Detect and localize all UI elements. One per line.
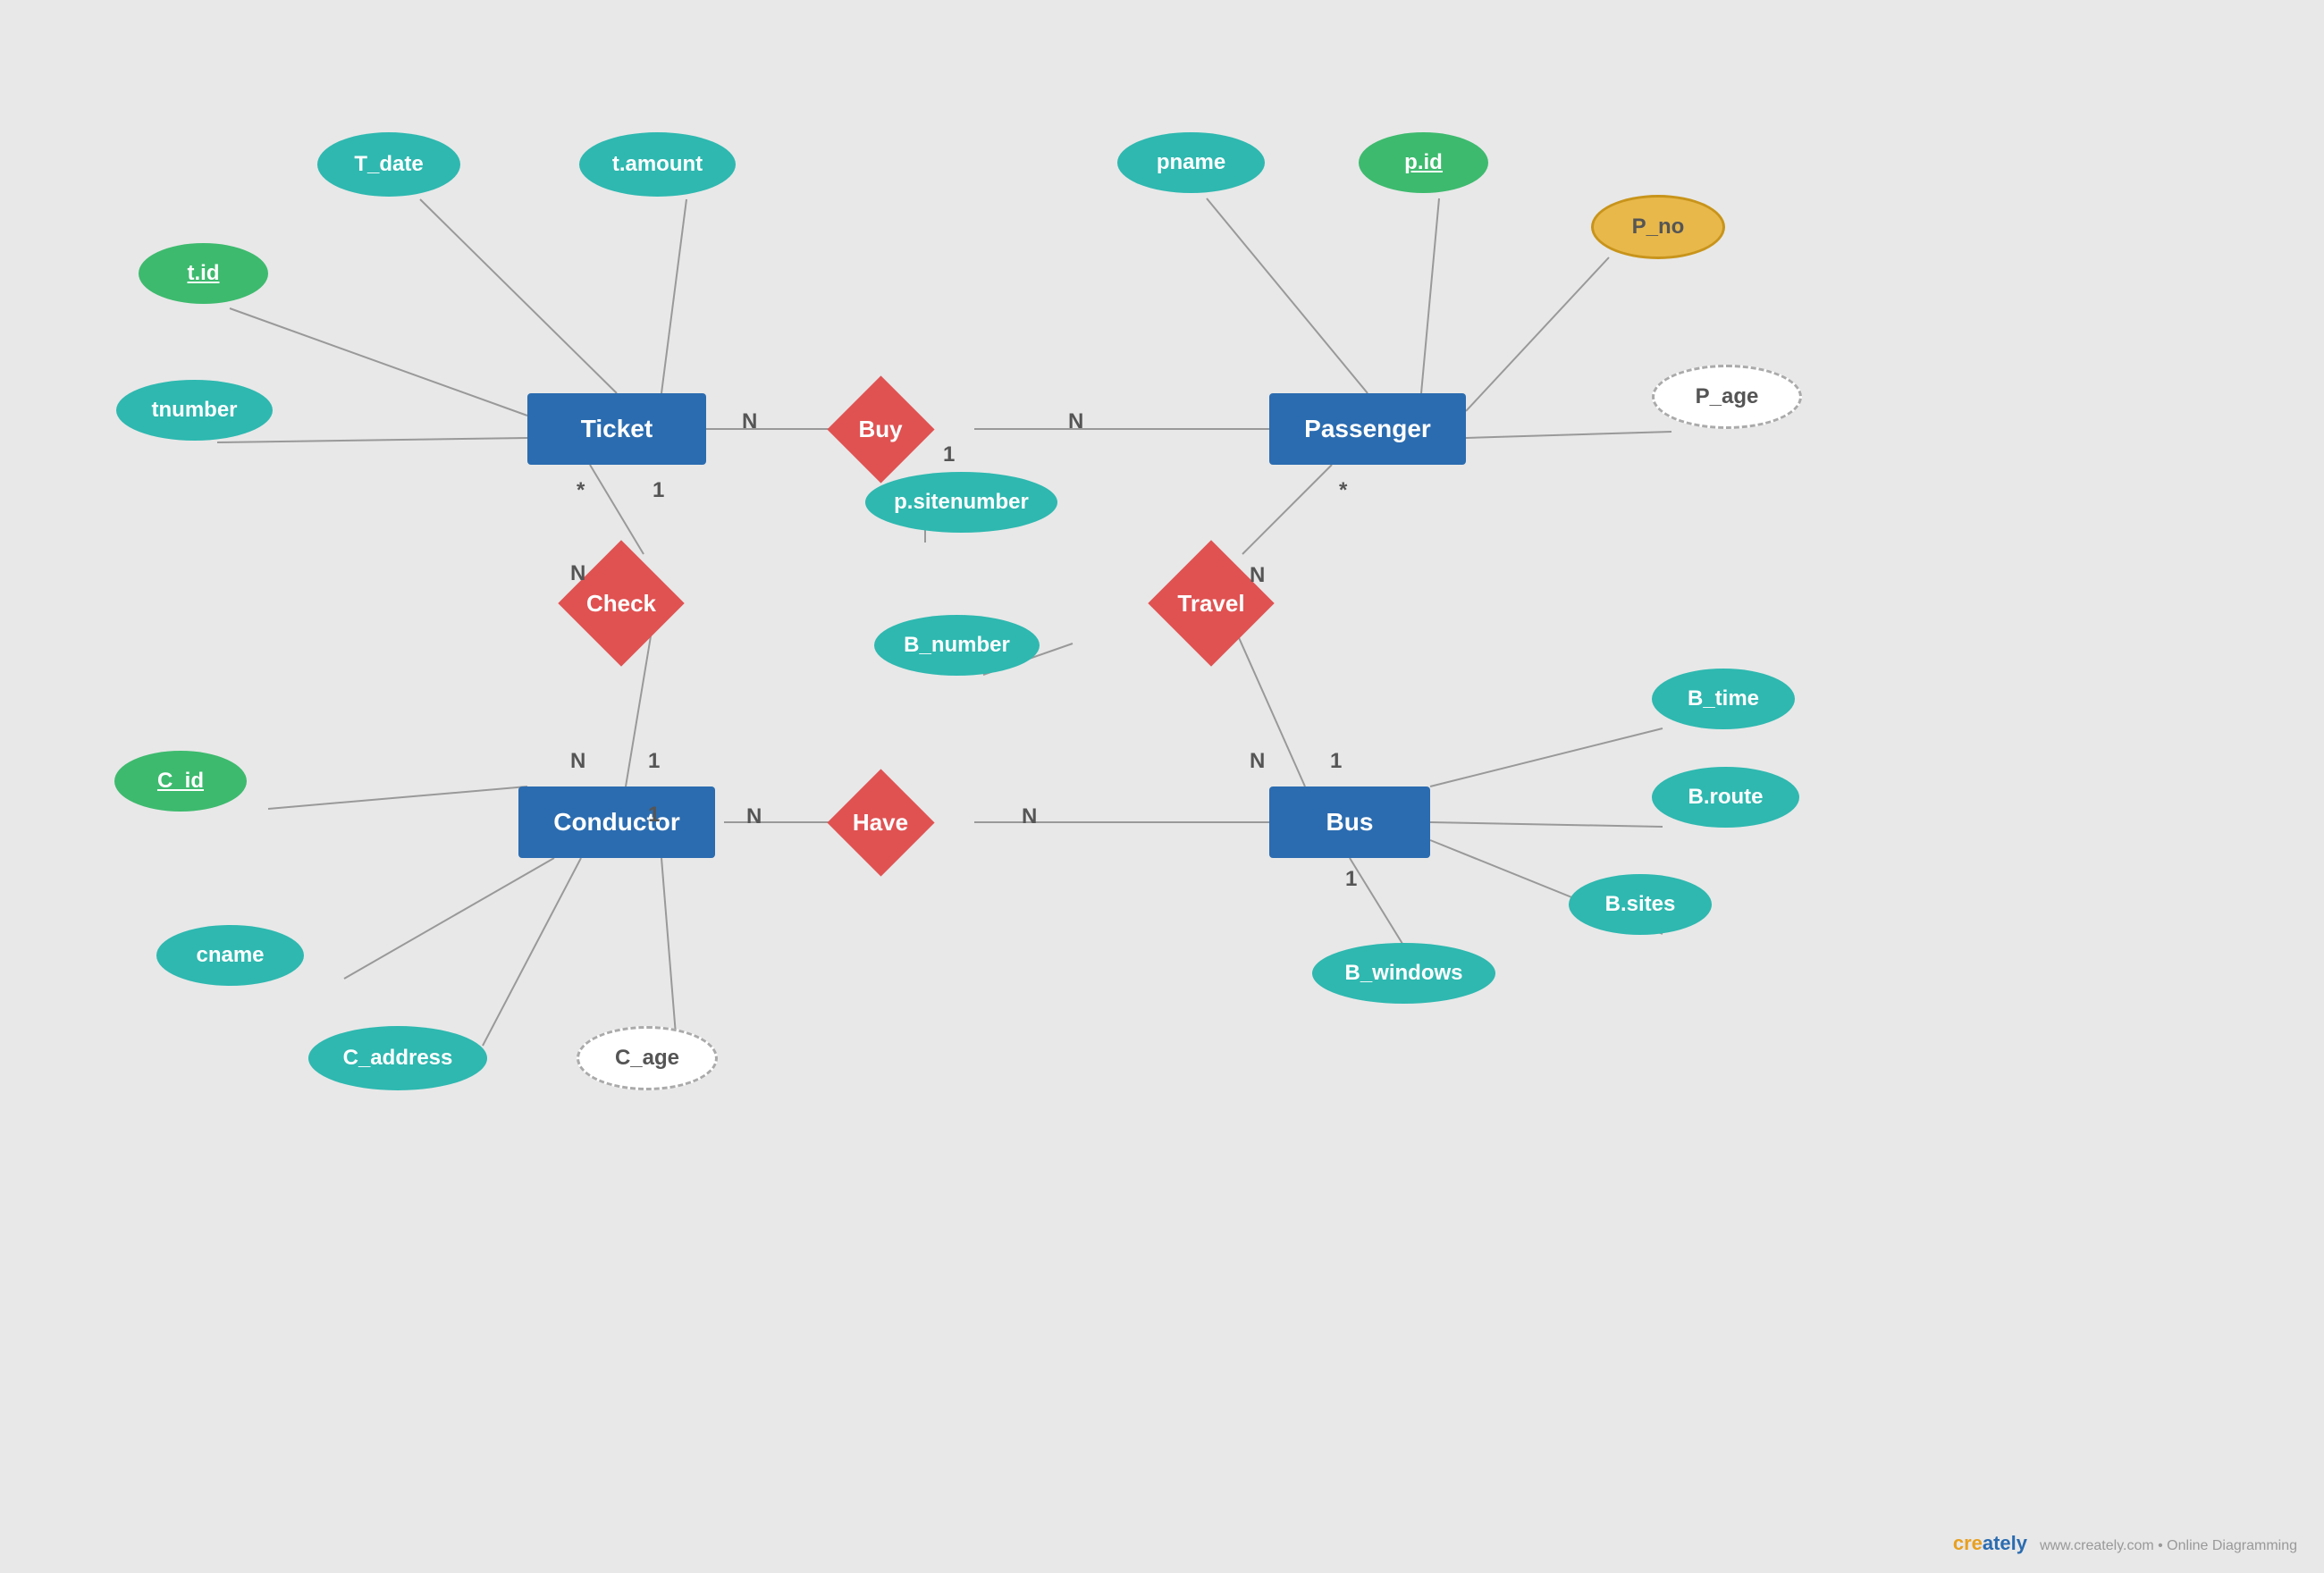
cardinality-check-n-top: N <box>570 561 585 586</box>
cardinality-check-n-bottom: N <box>570 749 585 774</box>
attribute-b-time: B_time <box>1652 669 1795 729</box>
attribute-tnumber: tnumber <box>116 380 273 441</box>
cardinality-conductor-1b: 1 <box>648 803 660 828</box>
attribute-p-sitenumber: p.sitenumber <box>865 472 1057 533</box>
cardinality-conductor-1: 1 <box>648 749 660 774</box>
attribute-pname: pname <box>1117 132 1265 193</box>
attribute-p-age: P_age <box>1652 365 1802 429</box>
attribute-c-id: C_id <box>114 751 247 812</box>
attribute-p-id: p.id <box>1359 132 1488 193</box>
cardinality-passenger-star: * <box>1339 478 1347 503</box>
cardinality-have-n-right: N <box>1022 804 1037 829</box>
cardinality-have-n-left: N <box>746 804 762 829</box>
relationship-buy: Buy <box>831 393 930 465</box>
attribute-c-age: C_age <box>577 1026 718 1090</box>
er-diagram: Ticket Passenger Conductor Bus Buy Check… <box>0 0 2324 1573</box>
cardinality-bus-bottom-1: 1 <box>1345 867 1357 892</box>
cardinality-ticket-star: * <box>577 478 585 503</box>
attribute-t-date: T_date <box>317 132 460 197</box>
attribute-b-sites: B.sites <box>1569 874 1712 935</box>
entity-passenger: Passenger <box>1269 393 1466 465</box>
cardinality-bus-1: 1 <box>1330 749 1342 774</box>
entity-conductor: Conductor <box>518 786 715 858</box>
attribute-c-address: C_address <box>308 1026 487 1090</box>
watermark: creately www.creately.com • Online Diagr… <box>1953 1532 2297 1555</box>
attribute-b-windows: B_windows <box>1312 943 1495 1004</box>
entity-ticket: Ticket <box>527 393 706 465</box>
attribute-b-number: B_number <box>874 615 1040 676</box>
cardinality-buy-n-left: N <box>742 409 757 434</box>
attribute-t-amount: t.amount <box>579 132 736 197</box>
attribute-cname: cname <box>156 925 304 986</box>
attribute-b-route: B.route <box>1652 767 1799 828</box>
connection-lines <box>0 0 2324 1573</box>
entity-bus: Bus <box>1269 786 1430 858</box>
cardinality-buy-n-right: N <box>1068 409 1083 434</box>
cardinality-travel-n-bottom: N <box>1250 749 1265 774</box>
attribute-t-id: t.id <box>139 243 268 304</box>
cardinality-travel-n-top: N <box>1250 563 1265 588</box>
attribute-p-no: P_no <box>1591 195 1725 259</box>
cardinality-buy-1: 1 <box>943 442 955 467</box>
cardinality-ticket-1: 1 <box>653 478 664 503</box>
relationship-have: Have <box>831 786 930 858</box>
